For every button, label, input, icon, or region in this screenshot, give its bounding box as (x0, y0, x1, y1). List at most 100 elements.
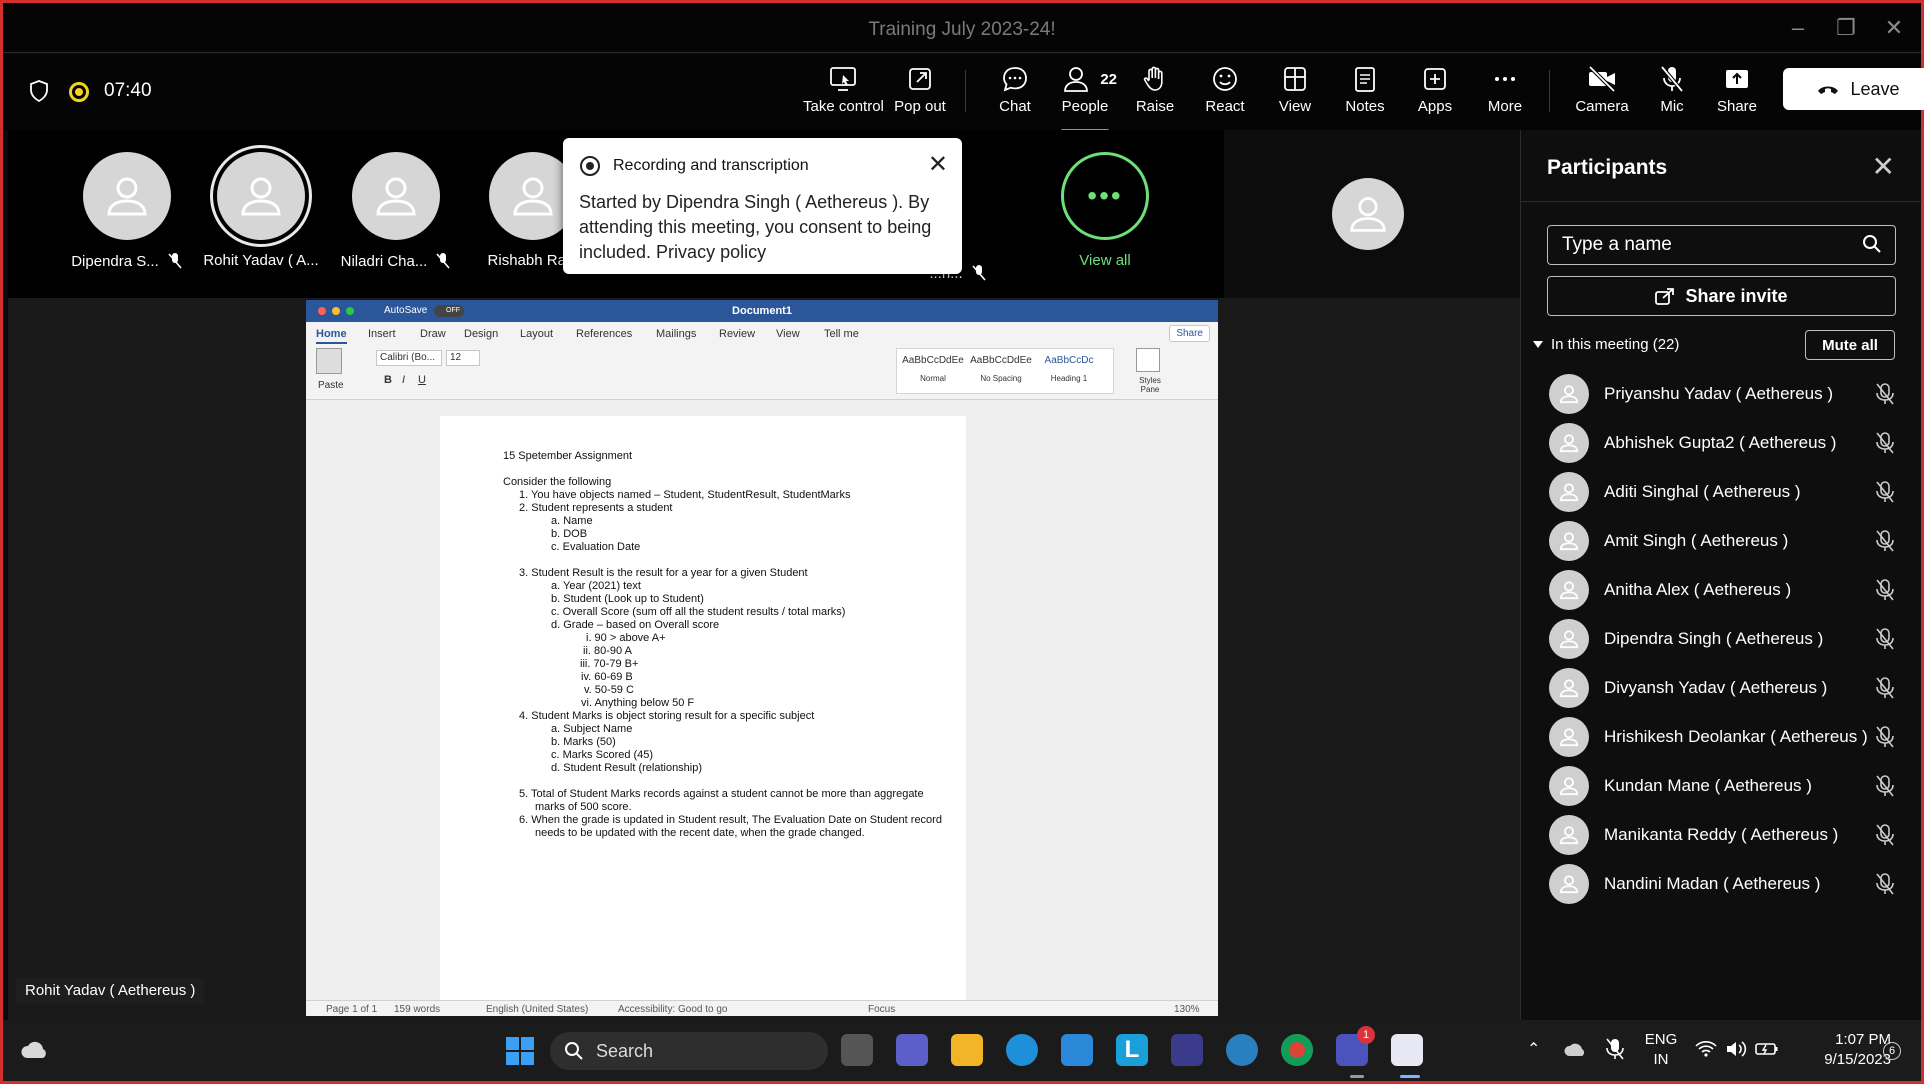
system-clock[interactable]: 1:07 PM 9/15/2023 (1795, 1030, 1891, 1070)
close-popup-button[interactable]: ✕ (928, 150, 948, 179)
taskbar-search-label: Search (596, 1040, 654, 1061)
chevron-down-icon (1533, 340, 1543, 348)
participant-name: Dipendra Singh ( Aethereus ) (1604, 629, 1824, 648)
mute-all-button[interactable]: Mute all (1805, 330, 1895, 360)
style-heading-1[interactable]: AaBbCcDc Heading 1 (1037, 355, 1101, 383)
taskbar-search[interactable]: Search (550, 1032, 828, 1070)
tab-review[interactable]: Review (719, 328, 755, 340)
tab-insert[interactable]: Insert (368, 328, 396, 340)
people-button[interactable]: 22 People (1053, 64, 1117, 132)
focus-button[interactable]: Focus (868, 1004, 895, 1015)
style-no-spacing[interactable]: AaBbCcDdEe No Spacing (969, 355, 1033, 383)
in-meeting-section-toggle[interactable]: In this meeting (22) (1533, 336, 1679, 353)
tab-view[interactable]: View (776, 328, 800, 340)
task-view-icon[interactable] (841, 1034, 873, 1066)
mic-off-icon (1876, 824, 1894, 846)
windows-start-icon[interactable] (505, 1036, 535, 1066)
list-item[interactable]: Dipendra Singh ( Aethereus ) (1521, 615, 1922, 664)
take-control-button[interactable]: Take control (803, 64, 884, 124)
mic-off-icon (1876, 530, 1894, 552)
tab-home[interactable]: Home (316, 328, 347, 344)
list-item[interactable]: Manikanta Reddy ( Aethereus ) (1521, 811, 1922, 860)
close-panel-button[interactable]: ✕ (1872, 150, 1895, 183)
raise-hand-button[interactable]: Raise (1125, 64, 1185, 124)
camera-button[interactable]: Camera (1565, 64, 1639, 124)
l-app-icon[interactable]: L (1116, 1034, 1148, 1066)
volume-icon[interactable] (1725, 1040, 1747, 1058)
mic-button[interactable]: Mic (1645, 64, 1699, 124)
ellipsis-icon: ••• (1061, 152, 1149, 240)
pop-out-button[interactable]: Pop out (887, 64, 953, 124)
minimize-button[interactable]: – (1783, 15, 1813, 41)
tell-me-search[interactable]: Tell me (824, 328, 859, 340)
chevron-up-icon[interactable]: ⌃ (1527, 1040, 1540, 1060)
list-item[interactable]: Aditi Singhal ( Aethereus ) (1521, 468, 1922, 517)
participant-search-input[interactable] (1547, 225, 1896, 265)
bold-button[interactable]: B (384, 374, 392, 386)
tab-references[interactable]: References (576, 328, 632, 340)
participant-tile[interactable]: Rohit Yadav ( A... (196, 152, 326, 269)
person-icon (1559, 630, 1579, 649)
network-app-icon[interactable] (1226, 1034, 1258, 1066)
tab-draw[interactable]: Draw (420, 328, 446, 340)
participant-tile[interactable]: Niladri Cha... (331, 152, 461, 270)
teams-chat-icon[interactable] (896, 1034, 928, 1066)
close-window-button[interactable]: ✕ (1879, 15, 1909, 41)
edge-browser-icon[interactable] (1006, 1034, 1038, 1066)
mic-off-icon[interactable] (1605, 1038, 1625, 1060)
file-explorer-icon[interactable] (951, 1034, 983, 1066)
microsoft-store-icon[interactable] (1061, 1034, 1093, 1066)
notes-button[interactable]: Notes (1335, 64, 1395, 124)
style-normal[interactable]: AaBbCcDdEe Normal (901, 355, 965, 383)
accessibility-status[interactable]: Accessibility: Good to go (618, 1004, 728, 1015)
snipping-tool-icon[interactable] (1391, 1034, 1423, 1066)
chrome-browser-icon[interactable] (1281, 1034, 1313, 1066)
camera-label: Camera (1575, 98, 1629, 115)
italic-button[interactable]: I (402, 374, 405, 386)
list-item[interactable]: Anitha Alex ( Aethereus ) (1521, 566, 1922, 615)
font-size-select[interactable]: 12 (446, 350, 480, 366)
list-item[interactable]: Hrishikesh Deolankar ( Aethereus ) (1521, 713, 1922, 762)
list-item[interactable]: Abhishek Gupta2 ( Aethereus ) (1521, 419, 1922, 468)
react-button[interactable]: React (1195, 64, 1255, 124)
word-share-button[interactable]: Share (1169, 325, 1210, 342)
language-indicator[interactable]: ENG IN (1643, 1030, 1679, 1070)
wifi-icon[interactable] (1695, 1040, 1717, 1058)
people-label: People (1061, 98, 1109, 115)
word-ribbon-tabs: Home Insert Draw Design Layout Reference… (306, 322, 1218, 344)
zoom-level[interactable]: 130% (1174, 1004, 1200, 1015)
apps-button[interactable]: Apps (1405, 64, 1465, 124)
list-item[interactable]: Divyansh Yadav ( Aethereus ) (1521, 664, 1922, 713)
list-item[interactable]: Amit Singh ( Aethereus ) (1521, 517, 1922, 566)
tab-layout[interactable]: Layout (520, 328, 553, 340)
language-status[interactable]: English (United States) (486, 1004, 588, 1015)
vpn-app-icon[interactable] (1171, 1034, 1203, 1066)
battery-icon[interactable] (1755, 1040, 1779, 1058)
view-all-button[interactable]: ••• View all (1040, 152, 1170, 269)
weather-cloud-icon[interactable] (19, 1038, 49, 1062)
underline-button[interactable]: U (418, 374, 426, 386)
section-label: In this meeting (22) (1551, 336, 1680, 353)
doc-line: Consider the following (503, 476, 612, 488)
styles-pane-button[interactable]: Styles Pane (1132, 376, 1168, 394)
list-item[interactable]: Kundan Mane ( Aethereus ) (1521, 762, 1922, 811)
list-item[interactable]: Nandini Madan ( Aethereus ) (1521, 860, 1922, 909)
onedrive-icon[interactable] (1563, 1040, 1587, 1058)
participant-tile[interactable]: Dipendra S... (62, 152, 192, 270)
tab-mailings[interactable]: Mailings (656, 328, 696, 340)
participants-panel: Participants ✕ Share invite In this meet… (1520, 130, 1922, 1020)
share-invite-button[interactable]: Share invite (1547, 276, 1896, 316)
record-icon (580, 156, 600, 176)
leave-button[interactable]: Leave (1783, 68, 1924, 110)
chat-button[interactable]: Chat (985, 64, 1045, 124)
notification-badge[interactable]: 6 (1883, 1042, 1901, 1060)
font-name-select[interactable]: Calibri (Bo... (376, 350, 442, 366)
paste-button[interactable]: Paste (318, 380, 344, 391)
more-button[interactable]: More (1475, 64, 1535, 124)
document-page[interactable]: 15 Spetember Assignment Consider the fol… (440, 416, 966, 1000)
share-screen-button[interactable]: Share (1709, 64, 1765, 124)
list-item[interactable]: Priyanshu Yadav ( Aethereus ) (1521, 370, 1922, 419)
tab-design[interactable]: Design (464, 328, 498, 340)
restore-button[interactable]: ❐ (1831, 15, 1861, 41)
view-button[interactable]: View (1265, 64, 1325, 124)
